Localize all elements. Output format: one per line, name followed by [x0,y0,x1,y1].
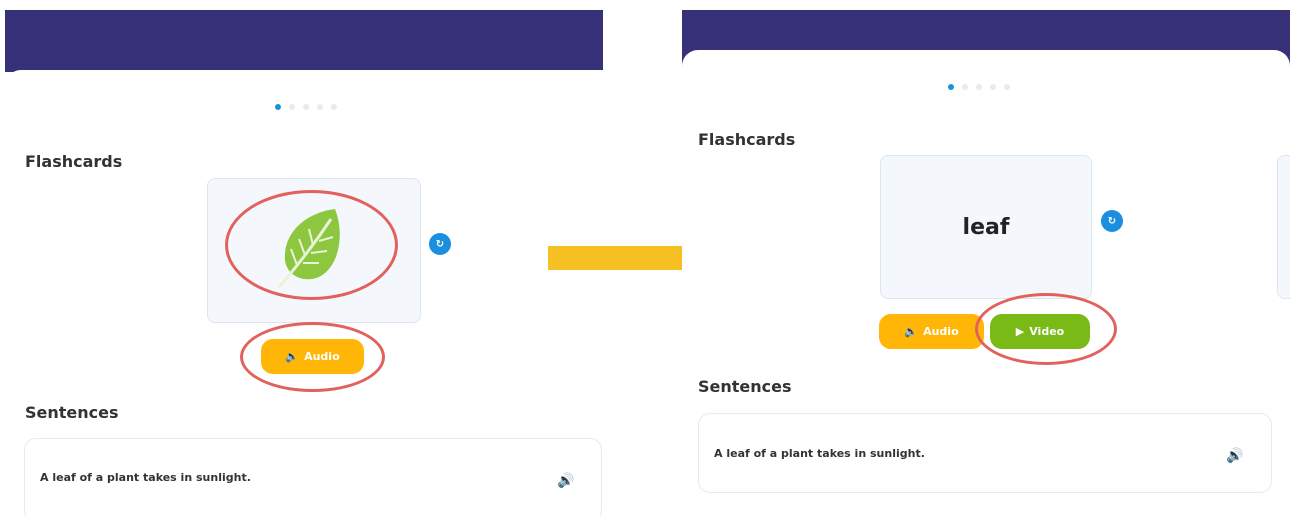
audio-label: Audio [923,325,959,338]
speaker-icon: 🔈 [904,325,919,338]
audio-button[interactable]: 🔈 Audio [261,339,364,374]
speaker-icon: 🔊 [1226,448,1244,464]
flashcard-screen-before: Flashcards ↻ 🔈 Audio Sentences A leaf of… [0,0,610,516]
flip-card-button[interactable]: ↻ [429,233,451,255]
speaker-icon: 🔊 [557,473,575,489]
header-bar [5,10,603,72]
flip-icon: ↻ [435,238,445,250]
pagination-dots [948,84,1010,90]
video-button[interactable]: ▶ Video [990,314,1090,349]
audio-label: Audio [304,350,340,363]
pagination-dot[interactable] [303,104,309,110]
sentence-audio-button[interactable]: 🔊 [557,470,574,489]
flashcards-title: Flashcards [698,130,796,149]
video-label: Video [1029,325,1065,338]
audio-button[interactable]: 🔈 Audio [879,314,984,349]
sentences-title: Sentences [698,377,792,396]
flashcard-screen-after: Flashcards leaf ↻ 🔈 Audio ▶ Video Senten… [680,0,1290,516]
sentence-text: A leaf of a plant takes in sunlight. [714,447,925,460]
sentence-text: A leaf of a plant takes in sunlight. [40,471,251,484]
flashcard-word: leaf [962,214,1010,240]
flashcards-title: Flashcards [25,152,123,171]
pagination-dot[interactable] [976,84,982,90]
pagination-dot[interactable] [317,104,323,110]
flashcard-word-side[interactable]: leaf [880,155,1092,299]
flip-card-button[interactable]: ↻ [1101,210,1123,232]
flip-icon: ↻ [1107,215,1117,227]
pagination-dot[interactable] [990,84,996,90]
pagination-dot-active[interactable] [948,84,954,90]
flashcard-image-side[interactable] [207,178,421,323]
next-flashcard-peek[interactable] [1277,155,1290,299]
pagination-dot[interactable] [289,104,295,110]
sentence-audio-button[interactable]: 🔊 [1226,445,1243,464]
play-icon: ▶ [1015,325,1025,338]
pagination-dots [275,104,337,110]
pagination-dot[interactable] [962,84,968,90]
speaker-icon: 🔈 [285,350,300,363]
pagination-dot[interactable] [331,104,337,110]
sentences-title: Sentences [25,403,119,422]
pagination-dot[interactable] [1004,84,1010,90]
pagination-dot-active[interactable] [275,104,281,110]
leaf-icon [275,205,353,297]
